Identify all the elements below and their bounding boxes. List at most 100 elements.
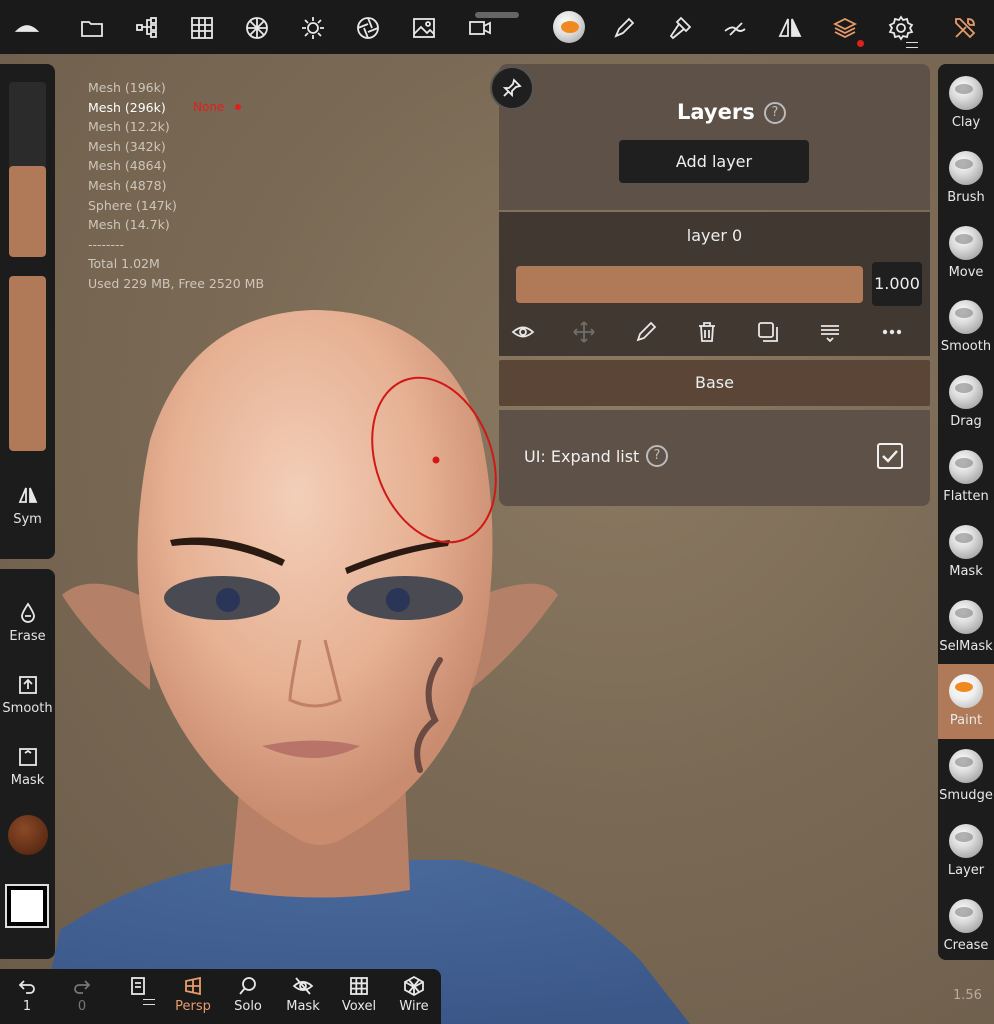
layer-opacity-value[interactable]: 1.000: [872, 262, 922, 306]
symmetry-icon[interactable]: [772, 10, 808, 46]
expand-list-row: UI: Expand list ?: [499, 410, 930, 506]
trash-icon[interactable]: [695, 320, 723, 346]
grid-icon[interactable]: [184, 10, 220, 46]
sym-button[interactable]: Sym: [0, 484, 55, 527]
mask-visibility-button[interactable]: Mask: [278, 973, 328, 1014]
intensity-slider[interactable]: [9, 276, 46, 451]
redo-button[interactable]: 0: [57, 973, 107, 1014]
mesh-list-item[interactable]: Mesh (4864): [88, 156, 264, 176]
tool-paint-icon: [949, 674, 983, 709]
layer-opacity-slider[interactable]: [516, 266, 863, 303]
move-arrows-icon[interactable]: [572, 320, 600, 346]
tools-icon[interactable]: [947, 10, 983, 46]
add-layer-button[interactable]: Add layer: [619, 140, 809, 183]
left-slider-panel: Sym: [0, 64, 55, 559]
nomad-logo-icon[interactable]: [9, 10, 45, 46]
tool-smooth[interactable]: Smooth: [938, 290, 994, 365]
tool-clay-icon: [949, 76, 983, 110]
tool-crease[interactable]: Crease: [938, 889, 994, 964]
scene-menu-button[interactable]: [113, 973, 163, 1005]
layer-none-label: None: [193, 100, 225, 114]
radius-slider-fill: [9, 166, 46, 257]
mesh-list-item[interactable]: Mesh (196k): [88, 78, 264, 98]
camera-settings-icon[interactable]: [350, 10, 386, 46]
tool-mask-icon: [949, 524, 983, 559]
image-icon[interactable]: [406, 10, 442, 46]
radius-slider[interactable]: [9, 82, 46, 257]
tool-layer-icon: [949, 824, 983, 858]
intensity-slider-fill: [9, 276, 46, 451]
stroke-icon[interactable]: [717, 10, 753, 46]
tool-brush[interactable]: Brush: [938, 141, 994, 216]
wireframe-icon: [404, 975, 424, 997]
duplicate-icon[interactable]: [756, 320, 784, 346]
stats-separator: --------: [88, 236, 125, 252]
mesh-stats: Mesh (196k) Mesh (296k) Mesh (12.2k) Mes…: [88, 78, 264, 294]
undo-button[interactable]: 1: [2, 973, 52, 1014]
tool-mask[interactable]: Mask: [938, 515, 994, 590]
tool-drag[interactable]: Drag: [938, 365, 994, 440]
upload-box-icon: [18, 676, 37, 694]
brush-color-swatch[interactable]: [8, 815, 48, 855]
tool-paint[interactable]: Paint: [938, 664, 994, 740]
help-icon[interactable]: ?: [764, 102, 786, 124]
more-icon[interactable]: [880, 320, 908, 346]
tool-selmask[interactable]: SelMask: [938, 590, 994, 665]
layer-row[interactable]: layer 0 1.000: [499, 212, 930, 356]
tool-move[interactable]: Move: [938, 216, 994, 291]
tool-label: Mask: [949, 563, 983, 579]
solo-button[interactable]: Solo: [223, 973, 273, 1014]
layers-panel: Layers ? Add layer layer 0 1.000 Base UI…: [499, 64, 930, 506]
settings-icon[interactable]: [883, 10, 919, 46]
pin-button[interactable]: [490, 66, 534, 110]
mesh-list-item[interactable]: Mesh (12.2k): [88, 117, 264, 137]
secondary-color-swatch[interactable]: [5, 884, 49, 928]
voxel-button[interactable]: Voxel: [334, 973, 384, 1014]
eye-icon[interactable]: [511, 320, 539, 346]
smooth-button[interactable]: Smooth: [0, 673, 55, 716]
eye-off-icon: [292, 977, 314, 995]
tool-label: Drag: [950, 414, 982, 430]
smooth-label: Smooth: [2, 701, 53, 716]
mesh-list-item[interactable]: Mesh (4878): [88, 176, 264, 196]
tool-clay[interactable]: Clay: [938, 66, 994, 141]
tool-brush-icon: [949, 150, 983, 185]
wire-button[interactable]: Wire: [389, 973, 439, 1014]
base-layer-row[interactable]: Base: [499, 360, 930, 406]
merge-down-icon[interactable]: [818, 320, 846, 346]
help-icon[interactable]: ?: [646, 445, 668, 467]
mesh-list-item[interactable]: Sphere (147k): [88, 196, 264, 216]
light-icon[interactable]: [295, 10, 331, 46]
tool-label: Paint: [949, 713, 983, 729]
persp-button[interactable]: Persp: [168, 973, 218, 1014]
topology-icon[interactable]: [239, 10, 275, 46]
folder-icon[interactable]: [74, 10, 110, 46]
mesh-list-item[interactable]: Mesh (342k): [88, 137, 264, 157]
stats-memory: Used 229 MB, Free 2520 MB: [88, 275, 265, 291]
voxel-grid-icon: [350, 977, 368, 995]
tool-flatten[interactable]: Flatten: [938, 440, 994, 515]
mask-vis-label: Mask: [286, 999, 320, 1014]
erase-button[interactable]: Erase: [0, 601, 55, 644]
pencil-icon[interactable]: [634, 320, 662, 346]
expand-list-checkbox[interactable]: [877, 443, 903, 469]
video-icon[interactable]: [462, 10, 498, 46]
material-ball-icon[interactable]: [551, 9, 587, 45]
red-dot-indicator: [235, 104, 241, 110]
layer-name[interactable]: layer 0: [499, 226, 930, 245]
mask-label: Mask: [10, 773, 45, 788]
tool-layer[interactable]: Layer: [938, 814, 994, 889]
layers-header: Layers ? Add layer: [499, 64, 930, 210]
mesh-list-item[interactable]: Mesh (14.7k): [88, 215, 264, 235]
persp-label: Persp: [175, 999, 211, 1014]
perspective-icon: [185, 976, 201, 996]
tool-label: SelMask: [939, 638, 993, 654]
symmetry-icon: [18, 487, 37, 503]
top-toolbar: [0, 0, 994, 54]
tool-smudge[interactable]: Smudge: [938, 739, 994, 814]
redo-count: 0: [77, 999, 87, 1014]
pen-icon[interactable]: [606, 10, 642, 46]
scene-tree-icon[interactable]: [129, 10, 165, 46]
hammer-icon[interactable]: [662, 10, 698, 46]
mask-button[interactable]: Mask: [0, 745, 55, 788]
